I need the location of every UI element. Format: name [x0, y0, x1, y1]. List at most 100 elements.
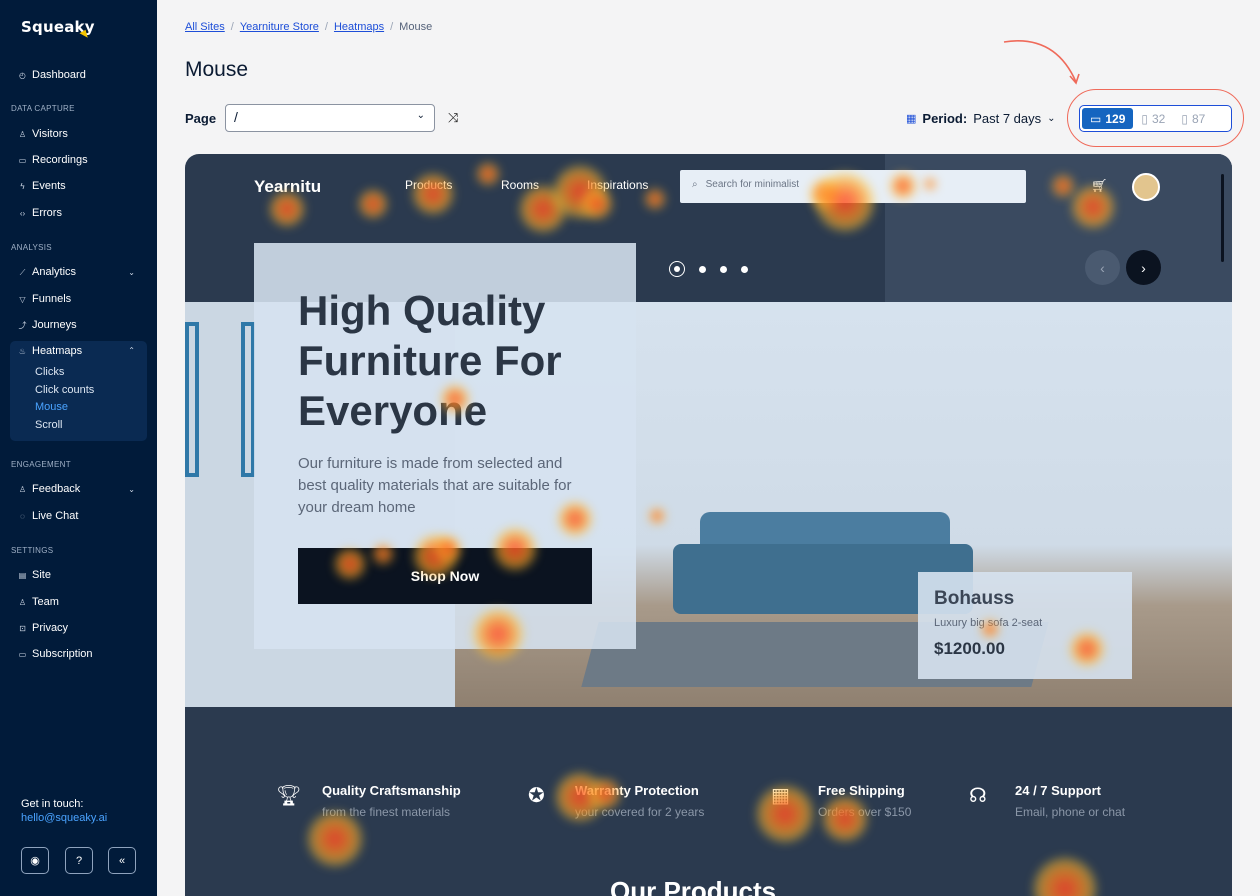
shuffle-button[interactable]: ⤨: [448, 110, 458, 126]
carousel-dot: [720, 265, 727, 273]
shield-check-icon: ✪: [528, 785, 545, 807]
annotation-arrow: [1003, 40, 1080, 85]
avatar: [1132, 173, 1160, 201]
preview-scrollbar: [1221, 174, 1224, 262]
visitors-icon: ♙: [18, 129, 27, 139]
site-logo: Yearnitu: [254, 177, 322, 196]
chevron-down-icon: ⌄: [128, 485, 135, 494]
events-icon: ϟ: [20, 181, 25, 191]
sidebar-item-subscription[interactable]: ▭ Subscription: [18, 646, 93, 662]
breadcrumb: All Sites / Yearniture Store / Heatmaps / M…: [185, 21, 433, 33]
sidebar-item-analytics[interactable]: ⟋ Analytics: [18, 264, 140, 280]
support-email-link[interactable]: hello@squeaky.ai: [21, 812, 107, 824]
hero-title: High Quality Furniture For Everyone: [298, 287, 562, 434]
product-name: Bohauss: [934, 588, 1015, 609]
flame-icon: ♨: [18, 346, 27, 356]
page-select[interactable]: / ⌄: [225, 104, 435, 132]
get-in-touch-label: Get in touch:: [21, 798, 84, 810]
sidebar-item-funnels[interactable]: ▽ Funnels: [18, 291, 71, 307]
sidebar-item-journeys[interactable]: ⤴ Journeys: [18, 317, 77, 333]
sidebar-item-site[interactable]: ▤ Site: [18, 567, 51, 583]
shop-now-button: Shop Now: [298, 548, 592, 604]
sidebar-subitem-scroll[interactable]: Scroll: [35, 419, 63, 431]
recordings-icon: ▭: [18, 155, 27, 165]
sidebar-item-live-chat[interactable]: ◌ Live Chat: [18, 508, 78, 524]
app-logo[interactable]: Squeaky: [21, 18, 95, 41]
lock-icon: ⊡: [19, 623, 26, 633]
site-nav-inspirations: Inspirations: [587, 178, 649, 192]
period-select[interactable]: ▦ Period: Past 7 days ⌄: [906, 111, 1056, 126]
wall-frame: [241, 322, 255, 477]
section-analysis: ANALYSIS: [11, 243, 52, 252]
feature-item: Free Shipping Orders over $150: [818, 783, 912, 819]
hero-subtitle: Our furniture is made from selected and …: [298, 455, 572, 516]
sidebar-subitem-clicks[interactable]: Clicks: [35, 366, 64, 378]
sidebar-item-privacy[interactable]: ⊡ Privacy: [18, 620, 68, 636]
page-filter-label: Page: [185, 111, 217, 126]
breadcrumb-heatmaps[interactable]: Heatmaps: [334, 21, 384, 33]
section-engagement: ENGAGEMENT: [11, 460, 71, 469]
dashboard-icon: ◴: [19, 70, 26, 80]
breadcrumb-current: Mouse: [399, 21, 433, 33]
cart-icon: 🛒︎: [1091, 178, 1108, 193]
breadcrumb-site[interactable]: Yearniture Store: [240, 21, 319, 33]
site-nav-rooms: Rooms: [501, 178, 540, 192]
wall-frame: [185, 322, 199, 477]
funnel-icon: ▽: [19, 294, 26, 304]
site-nav-products: Products: [405, 178, 453, 192]
site-search: ⌕ Search for minimalist: [680, 170, 1026, 203]
sidebar-item-team[interactable]: ♙ Team: [18, 594, 59, 610]
carousel-dot: [741, 265, 748, 273]
chevron-down-icon: ⌄: [128, 268, 135, 277]
period-label: Period:: [922, 111, 968, 126]
sidebar: Squeaky ◴ Dashboard DATA CAPTURE ♙ Visitor…: [0, 0, 157, 896]
analytics-icon: ⟋: [19, 267, 26, 277]
sidebar-item-heatmaps[interactable]: ♨ Heatmaps: [18, 343, 82, 359]
journeys-icon: ⤴: [18, 320, 27, 330]
sidebar-item-recordings[interactable]: ▭ Recordings: [18, 152, 88, 168]
feedback-icon: ♙: [18, 484, 27, 494]
feature-item: 24 / 7 Support Email, phone or chat: [1015, 783, 1126, 819]
device-toggle: ▭ 129 ▯ 32 ▯ 87: [1079, 105, 1232, 132]
help-button[interactable]: ?: [65, 847, 93, 874]
carousel-dots: [669, 261, 748, 277]
sidebar-item-dashboard[interactable]: ◴ Dashboard: [18, 67, 86, 83]
chevron-down-icon: ⌄: [1047, 113, 1056, 124]
mobile-icon: ▯: [1181, 111, 1188, 126]
trophy-icon: 🏆︎: [276, 785, 302, 807]
section-title: Our Products: [610, 876, 777, 896]
breadcrumb-all-sites[interactable]: All Sites: [185, 21, 225, 33]
heatmap-preview: Yearnitu Products Rooms Inspirations ⌕ Se…: [185, 154, 1232, 896]
section-settings: SETTINGS: [11, 546, 54, 555]
sidebar-item-visitors[interactable]: ♙ Visitors: [18, 126, 68, 142]
errors-icon: ‹›: [19, 208, 26, 218]
sidebar-item-events[interactable]: ϟ Events: [18, 178, 65, 194]
site-navbar: Yearnitu Products Rooms Inspirations ⌕ Se…: [185, 154, 1232, 214]
user-circle-icon: ◉: [30, 855, 40, 867]
page-title: Mouse: [185, 58, 249, 81]
sidebar-item-errors[interactable]: ‹› Errors: [18, 205, 62, 221]
period-value: Past 7 days: [973, 111, 1042, 126]
card-icon: ▭: [18, 649, 27, 659]
sidebar-item-feedback[interactable]: ♙ Feedback: [18, 481, 140, 497]
team-icon: ♙: [18, 597, 27, 607]
collapse-sidebar-button[interactable]: «: [108, 847, 136, 874]
device-desktop-button[interactable]: ▭ 129: [1082, 108, 1134, 129]
device-tablet-button[interactable]: ▯ 32: [1133, 108, 1173, 129]
tablet-icon: ▯: [1141, 111, 1148, 126]
product-desc: Luxury big sofa 2-seat: [934, 617, 1043, 629]
product-price: $1200.00: [934, 639, 1005, 658]
feature-item: Quality Craftsmanship from the finest mat…: [322, 783, 461, 819]
carousel-dot: [699, 265, 706, 273]
search-icon: ⌕: [692, 179, 698, 190]
help-icon: ?: [75, 854, 83, 867]
chevrons-left-icon: «: [118, 854, 126, 867]
chevron-down-icon: ⌄: [416, 110, 425, 121]
account-button[interactable]: ◉: [21, 847, 49, 874]
sidebar-subitem-mouse[interactable]: Mouse: [35, 401, 68, 413]
sidebar-subitem-click-counts[interactable]: Click counts: [35, 384, 94, 396]
desktop-icon: ▭: [1090, 111, 1102, 126]
device-mobile-button[interactable]: ▯ 87: [1173, 108, 1213, 129]
calendar-icon: ▦: [906, 113, 917, 125]
carousel-dot: [669, 261, 685, 277]
